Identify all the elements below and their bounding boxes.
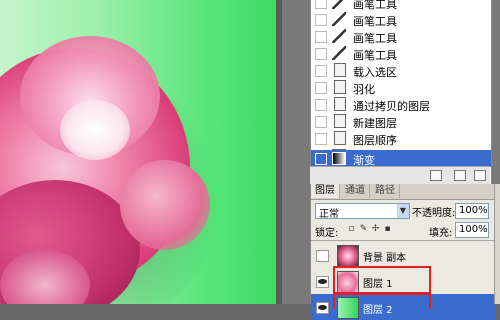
new-snapshot-icon[interactable]: [454, 170, 466, 181]
history-snapshot-box[interactable]: [315, 0, 327, 9]
layers-panel: 图层 通道 路径 正常 ▼ 不透明度: 100% 锁定: ▫ ✎ ✢ ▪ 填充:…: [310, 184, 495, 320]
history-snapshot-box[interactable]: [315, 14, 327, 26]
history-item[interactable]: 画笔工具: [311, 28, 491, 45]
history-item-label: 图层顺序: [353, 134, 397, 147]
layers-scrollbar[interactable]: [494, 184, 500, 304]
fill-label: 填充:: [429, 228, 453, 239]
history-item[interactable]: 图层顺序: [311, 130, 491, 147]
tab-channels[interactable]: 通道: [341, 184, 370, 198]
chevron-down-icon[interactable]: ▼: [397, 204, 409, 218]
document-canvas[interactable]: [0, 0, 276, 304]
history-item[interactable]: 通过拷贝的图层: [311, 96, 491, 113]
opacity-label: 不透明度:: [412, 208, 456, 219]
opacity-input[interactable]: 100%: [455, 203, 489, 219]
history-snapshot-box[interactable]: [315, 65, 327, 77]
history-item-label: 羽化: [353, 83, 375, 96]
history-item[interactable]: 载入选区: [311, 62, 491, 79]
fill-input[interactable]: 100%: [455, 222, 489, 238]
lock-position-icon[interactable]: ✢: [371, 224, 380, 234]
history-item-label: 画笔工具: [353, 15, 397, 28]
history-item-label: 通过拷贝的图层: [353, 100, 430, 113]
tab-layers[interactable]: 图层: [311, 184, 340, 198]
gradient-icon: [332, 152, 346, 165]
new-document-from-state-icon[interactable]: [430, 170, 442, 181]
panel-divider[interactable]: [276, 0, 282, 304]
history-snapshot-box[interactable]: [315, 31, 327, 43]
history-item-label: 画笔工具: [353, 32, 397, 45]
layer-name: 背景 副本: [363, 253, 407, 264]
annotation-highlight-box: [333, 293, 431, 309]
layer-row[interactable]: 背景 副本: [311, 242, 495, 268]
lock-transparent-pixels-icon[interactable]: ▫: [347, 224, 356, 234]
history-state-marker[interactable]: [315, 153, 327, 165]
annotation-highlight-box: [333, 266, 431, 294]
blend-mode-value: 正常: [319, 209, 339, 220]
trash-icon[interactable]: [474, 170, 486, 181]
history-item-selected[interactable]: 渐变: [311, 150, 491, 167]
history-item-label: 新建图层: [353, 117, 397, 130]
history-snapshot-box[interactable]: [315, 99, 327, 111]
document-icon: [334, 80, 346, 94]
brush-icon: [332, 46, 346, 60]
history-snapshot-box[interactable]: [315, 116, 327, 128]
history-item-label: 画笔工具: [353, 49, 397, 62]
eye-icon: [318, 305, 327, 310]
history-item[interactable]: 羽化: [311, 79, 491, 96]
document-icon: [334, 114, 346, 128]
tab-paths[interactable]: 路径: [371, 184, 400, 198]
history-item[interactable]: 画笔工具: [311, 45, 491, 62]
brush-icon: [332, 0, 346, 9]
lock-label: 锁定:: [315, 228, 339, 239]
history-item[interactable]: 画笔工具: [311, 11, 491, 28]
lock-all-icon[interactable]: ▪: [383, 224, 392, 234]
history-item[interactable]: 新建图层: [311, 113, 491, 130]
blend-mode-select[interactable]: 正常 ▼: [315, 203, 410, 220]
eye-icon: [318, 279, 327, 284]
visibility-toggle[interactable]: [316, 276, 329, 288]
visibility-toggle[interactable]: [316, 250, 329, 262]
history-panel-footer: [310, 166, 490, 184]
document-icon: [334, 97, 346, 111]
layer-thumbnail: [337, 245, 359, 267]
history-item-label: 载入选区: [353, 66, 397, 79]
brush-icon: [332, 29, 346, 43]
fill-value: 100%: [459, 224, 488, 235]
document-icon: [334, 63, 346, 77]
divider: [311, 240, 495, 241]
history-snapshot-box[interactable]: [315, 82, 327, 94]
brush-icon: [332, 12, 346, 26]
lock-image-pixels-icon[interactable]: ✎: [359, 224, 368, 234]
peony-center-highlight: [60, 100, 130, 160]
document-icon: [334, 131, 346, 145]
panel-tabs: 图层 通道 路径: [311, 184, 495, 200]
history-snapshot-box[interactable]: [315, 133, 327, 145]
peony-petals-right: [120, 160, 210, 250]
opacity-value: 100%: [459, 205, 488, 216]
history-panel: 画笔工具 画笔工具 画笔工具 画笔工具 载入选区 羽化 通过拷贝的图层 新建图层: [310, 0, 492, 184]
history-item[interactable]: 画笔工具: [311, 0, 491, 11]
history-snapshot-box[interactable]: [315, 48, 327, 60]
